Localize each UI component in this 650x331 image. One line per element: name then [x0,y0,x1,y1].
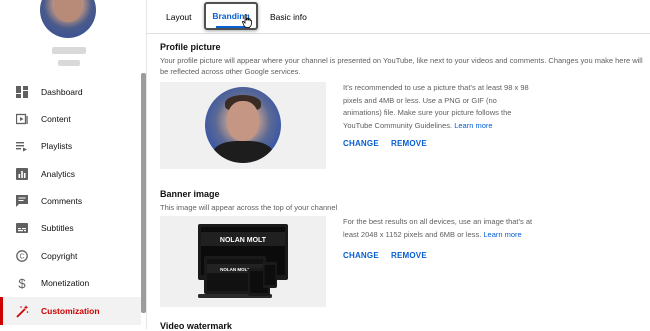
sidebar-item-label: Customization [41,306,100,316]
banner-devices-preview: NOLAN MOLT NOLAN MOLT [198,224,288,298]
svg-text:C: C [19,253,24,260]
help-line: YouTube Community Guidelines. [343,120,453,130]
profile-picture-title: Profile picture [160,42,221,52]
dashboard-icon [15,85,29,99]
banner-image-title: Banner image [160,189,220,199]
channel-handle-blurred [58,60,80,66]
banner-remove-button[interactable]: REMOVE [391,251,427,260]
sidebar-item-content[interactable]: Content [0,105,141,132]
banner-preview-text-laptop: NOLAN MOLT [220,267,250,272]
help-line: least 2048 x 1152 pixels and 6MB or less… [343,229,482,239]
active-indicator [0,297,3,325]
profile-learn-more-link[interactable]: Learn more [454,121,492,130]
sidebar-item-monetization[interactable]: $ Monetization [0,269,141,296]
profile-picture-description: Your profile picture will appear where y… [160,56,643,76]
sidebar-item-label: Dashboard [41,86,83,97]
sidebar-item-label: Comments [41,195,83,206]
tab-bar: Layout Branding Basic info [146,0,650,34]
banner-change-button[interactable]: CHANGE [343,251,379,260]
playlists-icon [15,139,29,153]
sidebar-item-dashboard[interactable]: Dashboard [0,78,141,105]
sidebar-item-label: Copyright [41,250,78,261]
profile-picture-help: It’s recommended to use a picture that’s… [343,82,563,132]
sidebar-item-label: Analytics [41,168,76,179]
sidebar-item-customization[interactable]: Customization [0,297,141,325]
sidebar-item-label: Content [41,113,71,124]
copyright-icon: C [15,249,29,263]
subtitles-icon [15,221,29,235]
content-icon [15,112,29,126]
sidebar-item-comments[interactable]: Comments [0,187,141,214]
profile-remove-button[interactable]: REMOVE [391,139,427,148]
sidebar-item-label: Playlists [41,140,73,151]
help-line: animations) file. Make sure your picture… [343,108,512,117]
sidebar-item-subtitles[interactable]: Subtitles [0,214,141,241]
sidebar-scrollbar[interactable] [141,73,146,313]
profile-picture-preview [205,87,281,163]
banner-learn-more-link[interactable]: Learn more [483,230,521,239]
banner-image-help: For the best results on all devices, use… [343,216,563,241]
comments-icon [15,194,29,208]
analytics-icon [15,167,29,181]
tab-layout[interactable]: Layout [166,0,192,33]
monetization-icon: $ [15,276,29,290]
hand-cursor-icon [242,14,252,33]
channel-avatar[interactable] [40,0,96,38]
help-line: It’s recommended to use a picture that’s… [343,83,529,92]
sidebar-item-label: Subtitles [41,222,74,233]
help-line: For the best results on all devices, use… [343,217,533,226]
sidebar: Dashboard Content Playlists Analytics Co… [0,0,147,329]
customization-icon [15,304,29,318]
profile-change-button[interactable]: CHANGE [343,139,379,148]
video-watermark-title: Video watermark [160,321,232,331]
sidebar-item-label: Monetization [41,277,90,288]
banner-image-description: This image will appear across the top of… [160,203,338,212]
sidebar-item-analytics[interactable]: Analytics [0,160,141,187]
banner-preview-text: NOLAN MOLT [220,237,267,244]
svg-text:$: $ [18,276,26,290]
sidebar-item-copyright[interactable]: C Copyright [0,242,141,269]
tab-basic-info[interactable]: Basic info [270,0,307,33]
channel-name-blurred [52,47,86,54]
sidebar-item-playlists[interactable]: Playlists [0,132,141,159]
help-line: pixels and 4MB or less. Use a PNG or GIF… [343,95,497,105]
